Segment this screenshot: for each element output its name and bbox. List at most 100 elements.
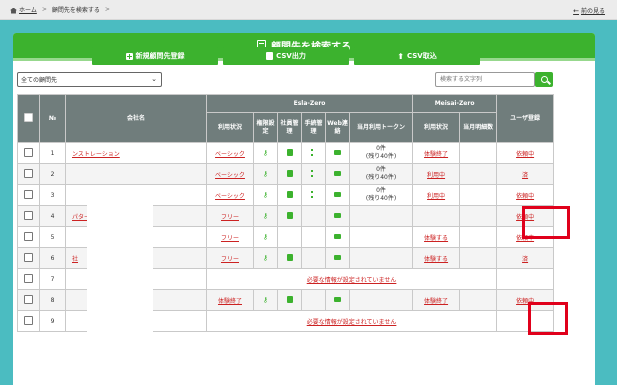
list-icon[interactable] xyxy=(310,169,317,177)
mail-icon[interactable] xyxy=(334,170,341,176)
meisai-status-link[interactable]: 体験終了 xyxy=(424,151,448,158)
key-icon[interactable]: ⚷ xyxy=(263,212,268,220)
key-icon[interactable]: ⚷ xyxy=(263,170,268,178)
column-header-web-contact: Web連絡 xyxy=(325,112,350,143)
row-select-cell xyxy=(17,268,40,290)
row-checkbox[interactable] xyxy=(24,168,33,178)
meisai-status-link[interactable]: 利用中 xyxy=(427,193,445,200)
company-link[interactable]: 社 xyxy=(72,256,78,263)
row-checkbox[interactable] xyxy=(24,315,33,325)
user-registration-link[interactable]: 済 xyxy=(522,256,528,263)
staff-doc-icon[interactable] xyxy=(286,295,293,303)
new-client-button[interactable]: 新規顧問先登録 xyxy=(92,47,218,65)
row-number: 4 xyxy=(39,205,66,227)
status-cell: フリー xyxy=(206,205,254,227)
column-header-procedure: 手続管理 xyxy=(301,112,326,143)
user-registration-cell: 済 xyxy=(496,163,555,185)
staff-doc-icon[interactable] xyxy=(286,190,293,198)
search-input[interactable] xyxy=(435,72,535,87)
breadcrumb-home[interactable]: ホーム xyxy=(10,5,37,14)
row-checkbox[interactable] xyxy=(24,210,33,220)
mail-icon[interactable] xyxy=(334,296,341,302)
list-icon[interactable] xyxy=(310,148,317,156)
back-link-label: 前の見る xyxy=(580,8,605,15)
staff-cell xyxy=(277,247,302,269)
token-cell: 0件 (残り40件) xyxy=(348,142,414,164)
column-header-permission: 権限設定 xyxy=(253,112,278,143)
row-number: 1 xyxy=(39,142,66,164)
status-link[interactable]: フリー xyxy=(221,214,239,221)
missing-info-message[interactable]: 必要な情報が設定されていません xyxy=(307,319,397,326)
staff-cell xyxy=(277,184,302,206)
column-group-meisai-zero: Meisai-Zero xyxy=(412,94,498,113)
meisai-status-cell xyxy=(412,205,461,227)
back-link[interactable]: ← 前の見る xyxy=(573,6,605,15)
client-filter-select[interactable]: 全ての顧問先 ⌄ xyxy=(17,72,162,87)
web-contact-cell xyxy=(325,163,350,185)
csv-import-button[interactable]: ⬆ CSV取込 xyxy=(354,47,480,65)
row-checkbox[interactable] xyxy=(24,252,33,262)
row-select-cell xyxy=(17,289,40,311)
row-checkbox[interactable] xyxy=(24,273,33,283)
row-number: 9 xyxy=(39,310,66,332)
mail-icon[interactable] xyxy=(334,191,341,197)
mail-icon[interactable] xyxy=(334,233,341,239)
mail-icon[interactable] xyxy=(334,149,341,155)
meisai-status-link[interactable]: 体験終了 xyxy=(424,298,448,305)
permission-cell: ⚷ xyxy=(253,247,278,269)
token-cell: 0件 (残り40件) xyxy=(348,163,414,185)
mail-icon[interactable] xyxy=(334,254,341,260)
status-link[interactable]: ベーシック xyxy=(215,193,245,200)
user-registration-link[interactable]: 依頼中 xyxy=(516,151,534,158)
select-all-checkbox[interactable] xyxy=(24,112,33,122)
status-link[interactable]: フリー xyxy=(221,235,239,242)
table-row: 2 ベーシック ⚷ 0件 (残り40件) 利用中 済 xyxy=(17,163,555,185)
staff-doc-icon[interactable] xyxy=(286,211,293,219)
row-checkbox[interactable] xyxy=(24,189,33,199)
column-group-esla-zero: Esla-Zero xyxy=(205,94,414,113)
staff-cell xyxy=(277,226,302,248)
missing-info-cell: 必要な情報が設定されていません xyxy=(205,268,498,290)
status-link[interactable]: フリー xyxy=(221,256,239,263)
column-header-meisai-status: 利用状況 xyxy=(412,112,461,143)
meisai-status-link[interactable]: 利用中 xyxy=(427,172,445,179)
staff-doc-icon[interactable] xyxy=(286,253,293,261)
breadcrumb-separator: > xyxy=(41,6,47,13)
web-contact-cell xyxy=(325,142,350,164)
meisai-status-link[interactable]: 体験する xyxy=(424,235,448,242)
key-icon[interactable]: ⚷ xyxy=(263,296,268,304)
user-registration-cell xyxy=(496,268,555,290)
row-select-cell xyxy=(17,205,40,227)
status-link[interactable]: ベーシック xyxy=(215,151,245,158)
breadcrumb-current: 顧問先を検索する xyxy=(51,7,100,14)
mail-icon[interactable] xyxy=(334,212,341,218)
company-link[interactable]: ンストレーション xyxy=(72,151,120,158)
meisai-status-link[interactable]: 体験する xyxy=(424,256,448,263)
row-checkbox[interactable] xyxy=(24,294,33,304)
key-icon[interactable]: ⚷ xyxy=(263,191,268,199)
status-link[interactable]: ベーシック xyxy=(215,172,245,179)
key-icon[interactable]: ⚷ xyxy=(263,233,268,241)
staff-doc-icon[interactable] xyxy=(286,169,293,177)
row-checkbox[interactable] xyxy=(24,231,33,241)
csv-export-button[interactable]: CSV出力 xyxy=(223,47,349,65)
procedure-cell xyxy=(301,142,326,164)
permission-cell: ⚷ xyxy=(253,163,278,185)
missing-info-message[interactable]: 必要な情報が設定されていません xyxy=(307,277,397,284)
key-icon[interactable]: ⚷ xyxy=(263,254,268,262)
row-select-cell xyxy=(17,142,40,164)
list-icon[interactable] xyxy=(310,190,317,198)
user-registration-link[interactable]: 依頼中 xyxy=(516,193,534,200)
status-link[interactable]: 体験終了 xyxy=(218,298,242,305)
highlight-box xyxy=(528,302,568,335)
user-registration-link[interactable]: 済 xyxy=(522,172,528,179)
web-contact-cell xyxy=(325,205,350,227)
search-button[interactable] xyxy=(535,72,553,87)
status-cell: ベーシック xyxy=(206,163,254,185)
upload-icon: ⬆ xyxy=(397,51,404,61)
staff-doc-icon[interactable] xyxy=(286,148,293,156)
row-number: 5 xyxy=(39,226,66,248)
row-checkbox[interactable] xyxy=(24,147,33,157)
row-select-cell xyxy=(17,163,40,185)
key-icon[interactable]: ⚷ xyxy=(263,149,268,157)
